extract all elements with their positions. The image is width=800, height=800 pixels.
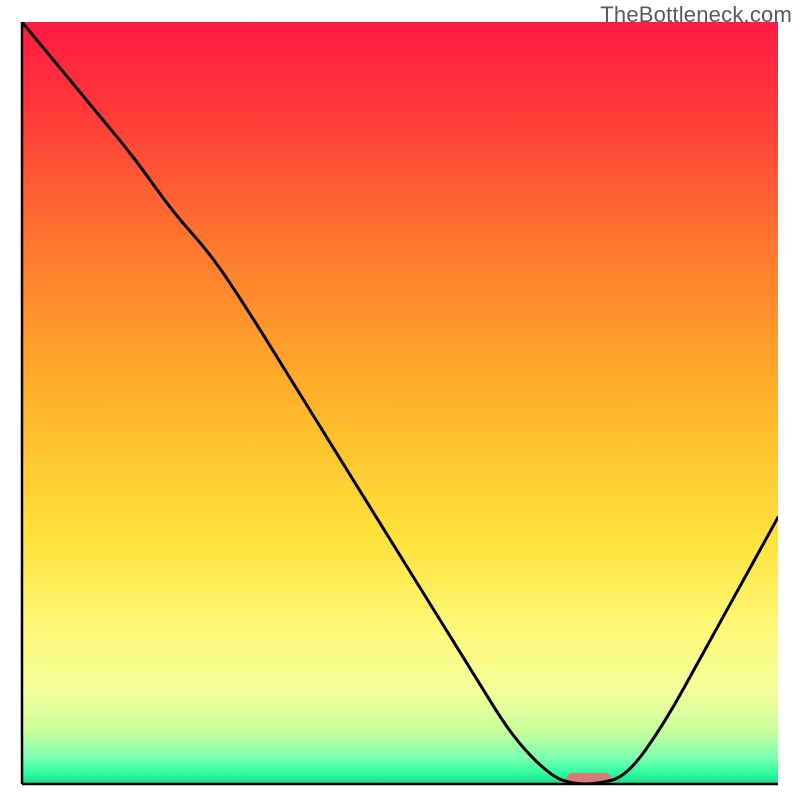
gradient-background [22,22,778,784]
plot-area [22,22,778,786]
bottleneck-chart [0,0,800,800]
chart-container: TheBottleneck.com [0,0,800,800]
